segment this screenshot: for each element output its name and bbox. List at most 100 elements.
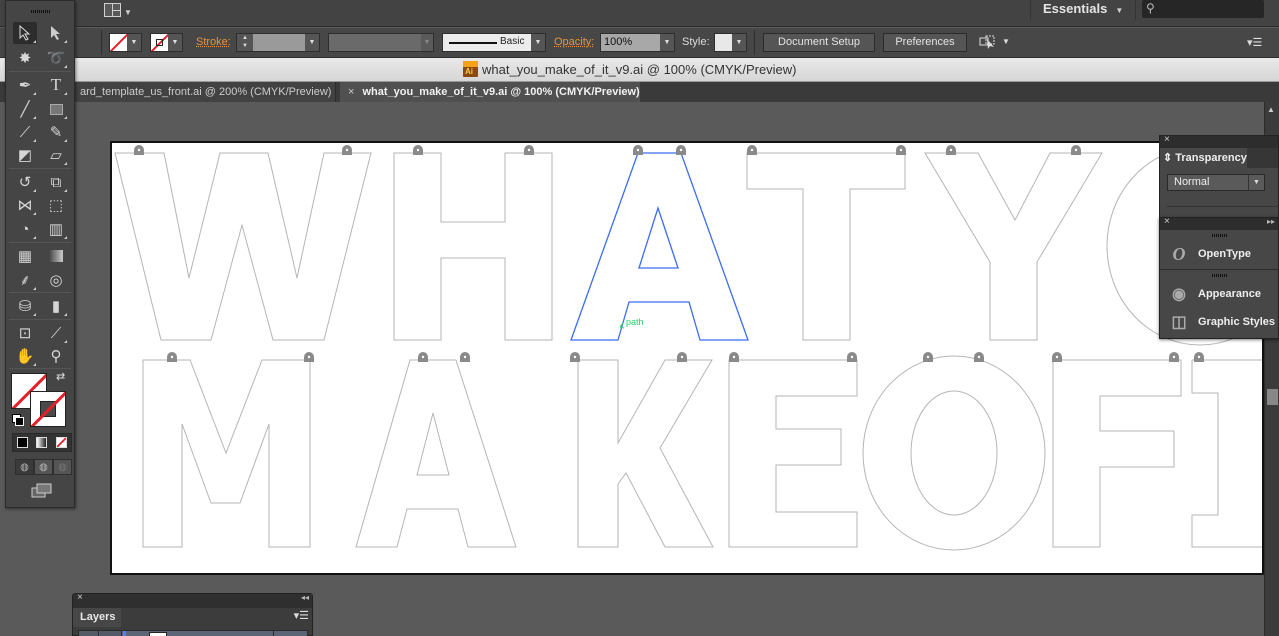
divider xyxy=(9,368,71,369)
blob-brush-tool[interactable]: ◩ xyxy=(13,144,37,166)
lock-toggle[interactable] xyxy=(100,631,122,636)
draw-behind-button[interactable]: ◍ xyxy=(34,459,53,475)
illustrator-window: ▼ Essentials ▼ ⚲ ▼ ▼ Stroke: ▲ ▼ ▼ ▼ Bas… xyxy=(0,0,1279,636)
search-icon: ⚲ xyxy=(1146,1,1155,15)
mesh-tool[interactable]: ▦ xyxy=(13,245,37,267)
isolate-selected-object-icon[interactable] xyxy=(979,35,997,49)
brush-name: Basic xyxy=(500,36,525,47)
gradient-button[interactable] xyxy=(32,434,51,451)
scroll-up-icon[interactable]: ▲ xyxy=(1267,105,1275,114)
fill-none-swatch-icon xyxy=(110,34,127,51)
pen-tool[interactable]: ✒ xyxy=(13,74,37,96)
panel-grip[interactable] xyxy=(1212,274,1228,277)
gradient-tool[interactable] xyxy=(44,245,68,267)
help-search-input[interactable]: ⚲ xyxy=(1142,0,1264,18)
style-label: Style: xyxy=(682,36,710,48)
chevron-down-icon: ▼ xyxy=(1248,175,1264,190)
variable-width-profile-dropdown[interactable]: ▼ xyxy=(328,33,434,52)
change-screen-mode-icon[interactable] xyxy=(31,483,53,499)
rotate-tool[interactable]: ↺ xyxy=(13,171,37,193)
stroke-label-link[interactable]: Stroke: xyxy=(196,36,231,48)
artboard-tool[interactable]: ⊡ xyxy=(13,322,37,344)
document-tab-active[interactable]: × what_you_make_of_it_v9.ai @ 100% (CMYK/… xyxy=(340,82,640,102)
magic-wand-tool[interactable]: ✸ xyxy=(13,47,37,69)
tab-label: what_you_make_of_it_v9.ai @ 100% (CMYK/P… xyxy=(362,86,640,98)
pen-icon: ✒ xyxy=(18,77,32,94)
workspace-label: Essentials xyxy=(1043,1,1108,16)
opacity-field[interactable]: 100% ▼ xyxy=(600,33,675,52)
collapse-panel-icon[interactable]: ◂◂ xyxy=(301,593,309,602)
target-indicator[interactable] xyxy=(273,631,307,636)
free-transform-tool[interactable]: ⬚ xyxy=(44,194,68,216)
document-setup-button[interactable]: Document Setup xyxy=(763,33,875,52)
symbol-sprayer-tool[interactable]: ⛁ xyxy=(13,295,37,317)
color-button[interactable] xyxy=(13,434,32,451)
document-tab[interactable]: ard_template_us_front.ai @ 200% (CMYK/Pr… xyxy=(72,82,336,102)
gradient-fill-icon xyxy=(36,437,48,448)
paintbrush-tool[interactable]: ⟋ xyxy=(13,121,37,143)
close-panel-icon[interactable]: × xyxy=(1164,216,1170,227)
chevron-down-icon[interactable]: ▼ xyxy=(1002,37,1010,46)
panel-grip[interactable] xyxy=(31,10,51,13)
rectangle-tool[interactable] xyxy=(44,98,68,120)
swap-fill-stroke-icon[interactable]: ⇄ xyxy=(56,370,65,383)
stroke-none-swatch[interactable] xyxy=(30,391,66,427)
close-panel-icon[interactable]: × xyxy=(1164,134,1170,145)
rotate-icon: ↺ xyxy=(18,174,32,191)
stroke-color-dropdown[interactable]: ▼ xyxy=(150,33,183,52)
shape-builder-tool[interactable]: ◔ xyxy=(13,218,37,240)
artboard[interactable] xyxy=(110,141,1264,575)
pencil-tool[interactable]: ✎ xyxy=(44,121,68,143)
layer-row[interactable] xyxy=(78,630,308,636)
scale-tool[interactable]: ⧉ xyxy=(44,171,68,193)
workspace-switcher[interactable]: Essentials ▼ xyxy=(1030,0,1123,20)
graphic-styles-panel-button[interactable]: ◫ Graphic Styles xyxy=(1160,310,1279,334)
stepper-icon[interactable]: ▲ ▼ xyxy=(237,34,253,51)
direct-selection-tool[interactable] xyxy=(44,22,68,44)
preferences-button[interactable]: Preferences xyxy=(883,33,967,52)
slice-tool[interactable]: ⟋ xyxy=(44,322,68,344)
stroke-weight-field[interactable]: ▲ ▼ ▼ xyxy=(236,33,320,52)
draw-normal-button[interactable]: ◍ xyxy=(15,459,34,475)
opentype-panel-button[interactable]: O OpenType xyxy=(1160,242,1279,266)
expand-panels-icon[interactable]: ▸▸ xyxy=(1267,217,1275,226)
close-panel-icon[interactable]: × xyxy=(77,592,83,603)
blend-tool[interactable]: ◎ xyxy=(44,269,68,291)
lasso-tool[interactable]: ➰ xyxy=(44,47,68,69)
visibility-toggle[interactable] xyxy=(79,631,99,636)
panel-menu-icon[interactable]: ▾☰ xyxy=(1247,36,1262,49)
rectangle-icon xyxy=(49,103,63,115)
eyedropper-tool[interactable]: ⸙ xyxy=(13,269,37,291)
divider xyxy=(1160,269,1278,270)
default-fill-stroke-icon[interactable] xyxy=(12,414,24,426)
panel-menu-icon[interactable]: ▾☰ xyxy=(294,609,309,622)
column-graph-tool[interactable]: ▮ xyxy=(44,295,68,317)
brush-definition-dropdown[interactable]: Basic ▼ xyxy=(442,33,546,52)
blend-mode-dropdown[interactable]: Normal ▼ xyxy=(1167,174,1265,191)
eraser-tool[interactable]: ▱ xyxy=(44,144,68,166)
arrange-documents-button[interactable]: ▼ xyxy=(104,3,134,21)
zoom-tool[interactable]: ⚲ xyxy=(44,345,68,367)
chevron-down-icon: ▼ xyxy=(531,34,545,51)
line-segment-tool[interactable]: ╱ xyxy=(13,98,37,120)
width-tool[interactable]: ⋈ xyxy=(13,194,37,216)
layers-tab[interactable]: Layers xyxy=(73,608,121,627)
close-tab-icon[interactable]: × xyxy=(348,86,354,98)
none-button[interactable] xyxy=(52,434,71,451)
transparency-tab[interactable]: ⇕ Transparency xyxy=(1160,148,1247,168)
chevron-down-icon: ▼ xyxy=(421,34,433,51)
appearance-panel-button[interactable]: ◉ Appearance xyxy=(1160,282,1279,306)
fill-color-dropdown[interactable]: ▼ xyxy=(109,33,142,52)
divider xyxy=(1135,0,1136,20)
scrollbar-thumb[interactable] xyxy=(1267,389,1278,405)
panel-label: Graphic Styles xyxy=(1198,316,1276,328)
perspective-grid-tool[interactable]: ▥ xyxy=(44,218,68,240)
opacity-label-link[interactable]: Opacity: xyxy=(554,36,594,48)
draw-inside-button[interactable]: ◍ xyxy=(53,459,72,475)
selection-tool[interactable] xyxy=(13,22,37,44)
graphic-style-dropdown[interactable]: ▼ xyxy=(714,33,747,52)
hand-tool[interactable]: ✋ xyxy=(13,345,37,367)
panel-grip[interactable] xyxy=(1212,234,1228,237)
type-tool[interactable]: T xyxy=(44,74,68,96)
chevron-down-icon: ▼ xyxy=(660,34,674,51)
